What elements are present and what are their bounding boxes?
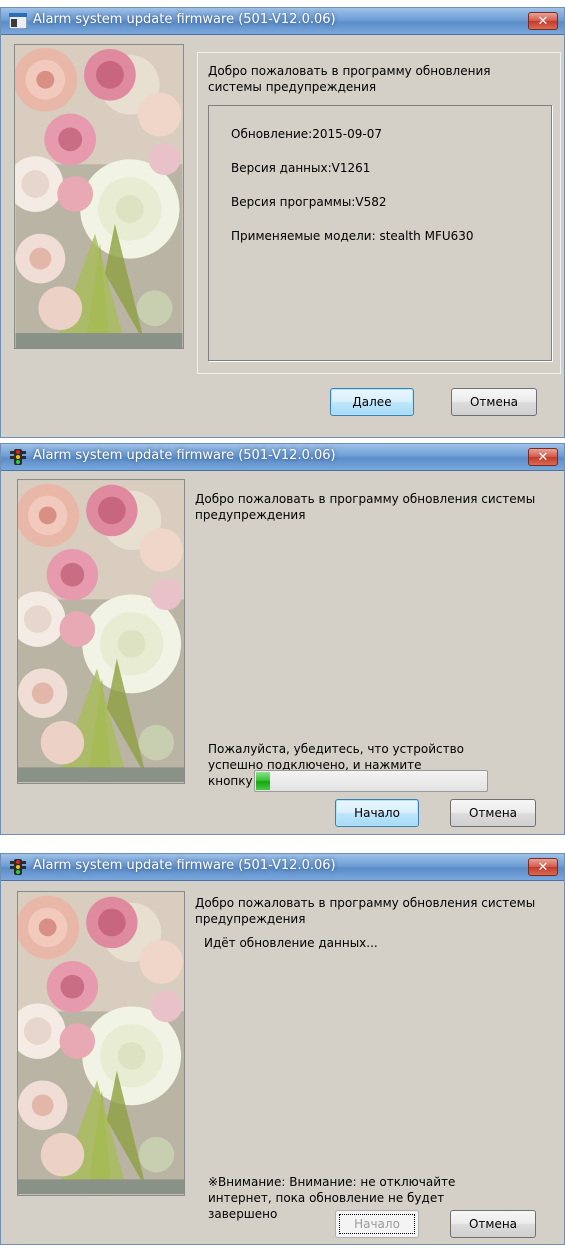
start-button[interactable]: Начало [335,1210,419,1238]
welcome-text: Добро пожаловать в программу обновления … [208,64,491,94]
info-group: Обновление:2015-09-07 Версия данных:V126… [208,105,552,361]
welcome-text: Добро пожаловать в программу обновления … [195,896,536,926]
next-button[interactable]: Далее [330,388,414,416]
cancel-button-label: Отмена [468,806,518,820]
app-window-icon [9,13,27,29]
close-button[interactable]: ✕ [528,858,558,876]
window-title: Alarm system update firmware (501-V12.0.… [33,448,336,463]
start-button[interactable]: Начало [335,799,419,827]
flower-image [17,479,185,784]
window-title: Alarm system update firmware (501-V12.0.… [33,858,336,873]
dialog-window-progress: Alarm system update firmware (501-V12.0.… [0,853,565,1245]
close-icon: ✕ [537,14,549,29]
close-icon: ✕ [537,860,549,875]
flower-image [14,44,184,349]
cancel-button[interactable]: Отмена [451,388,537,416]
close-button[interactable]: ✕ [528,12,558,30]
title-bar[interactable]: Alarm system update firmware (501-V12.0.… [1,444,564,471]
traffic-light-icon [9,859,27,875]
close-button[interactable]: ✕ [528,448,558,466]
next-button-label: Далее [352,395,392,409]
title-bar[interactable]: Alarm system update firmware (501-V12.0.… [1,854,564,881]
cancel-button[interactable]: Отмена [450,1210,536,1238]
window-title: Alarm system update firmware (501-V12.0.… [33,12,336,27]
update-date: Обновление:2015-09-07 [231,127,382,141]
title-bar[interactable]: Alarm system update firmware (501-V12.0.… [1,8,564,35]
progress-fill [256,772,270,790]
welcome-text: Добро пожаловать в программу обновления … [195,492,536,522]
program-version: Версия программы:V582 [231,195,387,209]
start-button-label: Начало [354,806,400,820]
status-text: Идёт обновление данных... [204,936,378,950]
dialog-window-info: Alarm system update firmware (501-V12.0.… [0,7,565,438]
cancel-button-label: Отмена [468,1217,518,1231]
applicable-models: Применяемые модели: stealth MFU630 [231,229,474,243]
update-progress-bar [254,770,488,792]
close-icon: ✕ [537,450,549,465]
cancel-button-label: Отмена [469,395,519,409]
cancel-button[interactable]: Отмена [450,799,536,827]
focus-rect [339,1214,415,1234]
flower-image [17,891,185,1196]
traffic-light-icon [9,449,27,465]
info-panel: Добро пожаловать в программу обновления … [197,52,561,374]
data-version: Версия данных:V1261 [231,161,371,175]
